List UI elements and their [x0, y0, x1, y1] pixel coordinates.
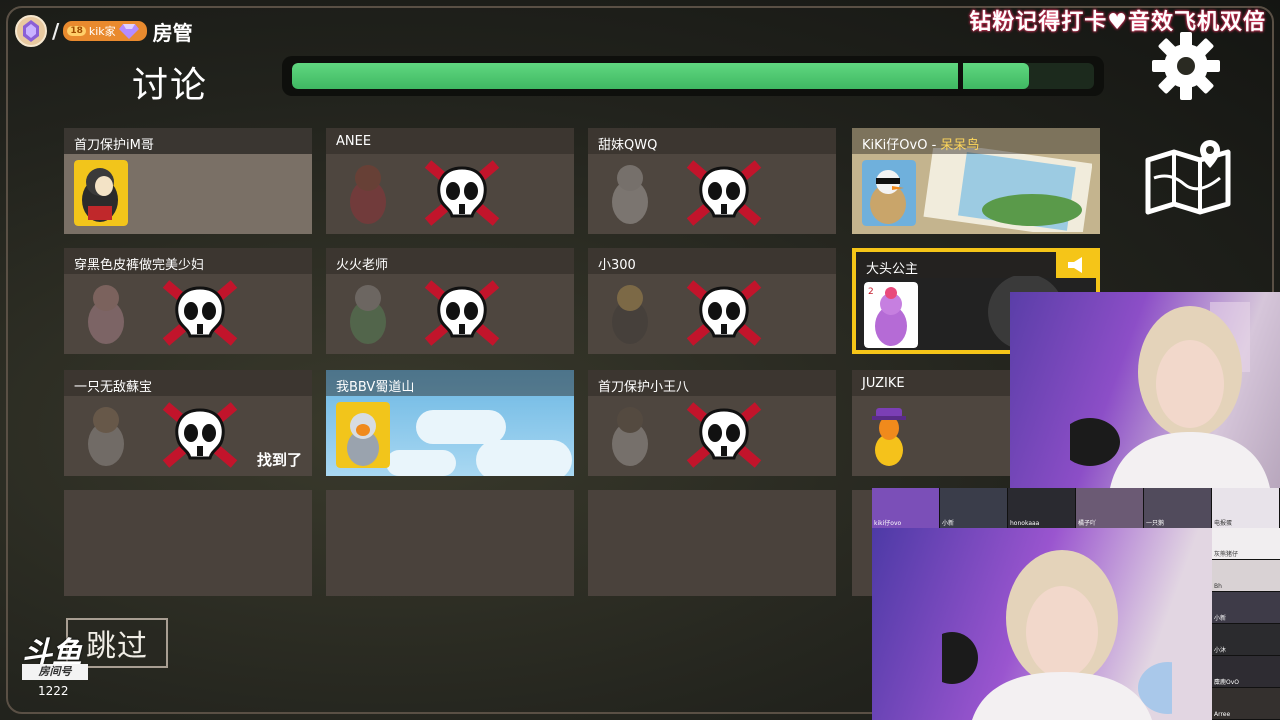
goose-silhouette-icon — [612, 165, 648, 224]
guest-thumb: 小新 — [1212, 592, 1280, 624]
postcard-art — [923, 148, 1092, 232]
guest-thumb: 小沐 — [1212, 624, 1280, 656]
player-name: 小300 — [588, 248, 836, 274]
player-role: 呆呆鸟 — [940, 138, 980, 153]
player-card[interactable]: ANEE — [326, 128, 574, 234]
dead-skull-icon — [424, 160, 500, 226]
webcam-large — [872, 528, 1212, 720]
player-name: 甜妹QWQ — [588, 128, 836, 154]
player-name: 首刀保护iM哥 — [64, 128, 312, 154]
empty-slot — [64, 490, 312, 596]
guest-thumb: 麋鹿OvO — [1212, 656, 1280, 688]
discussion-timer-bar — [282, 56, 1104, 96]
room-label: 房间号 — [22, 664, 88, 680]
empty-slot — [588, 490, 836, 596]
guest-thumb: 橘子吖 — [1076, 488, 1144, 528]
family-name: kik家 — [88, 25, 116, 38]
goose-avatar-icon — [862, 160, 916, 226]
goose-avatar-icon — [74, 160, 128, 226]
dead-skull-icon — [686, 160, 762, 226]
player-card[interactable]: 我BBV蜀道山 — [326, 370, 574, 476]
cloud — [476, 440, 572, 476]
level-badge: 18 — [67, 26, 86, 36]
dead-skull-icon — [162, 280, 238, 346]
timer-fill — [292, 63, 1030, 89]
gear-icon[interactable] — [1150, 30, 1222, 102]
player-card[interactable]: 甜妹QWQ — [588, 128, 836, 234]
player-name: 穿黑色皮裤做完美少妇 — [64, 248, 312, 274]
guest-column: 灰熊猪仔 Bh 小新 小沐 麋鹿OvO Arree — [1212, 528, 1280, 720]
speaker-badge — [1056, 252, 1096, 278]
separator: / — [52, 19, 60, 43]
goose-silhouette-icon — [612, 407, 648, 466]
player-card[interactable]: 火火老师 — [326, 248, 574, 354]
family-badge: 18 kik家 — [63, 21, 147, 41]
webcam-main — [1010, 292, 1280, 488]
found-body-label: 找到了 — [256, 451, 302, 469]
player-name: ANEE — [326, 128, 574, 154]
page-title: 讨论 — [132, 65, 209, 106]
player-card[interactable]: 穿黑色皮裤做完美少妇 — [64, 248, 312, 354]
dead-skull-icon — [686, 402, 762, 468]
player-card[interactable]: KiKi仔OvO - 呆呆鸟 — [852, 128, 1100, 234]
guest-thumb: 电报蛋 — [1212, 488, 1280, 528]
role-label: 房管 — [152, 20, 193, 45]
player-card[interactable]: 首刀保护iM哥 — [64, 128, 312, 234]
user-tag: / 18 kik家 房管 — [14, 15, 193, 47]
timer-track — [292, 63, 1094, 89]
player-card[interactable]: 一只无敌蘇宝 找到了 — [64, 370, 312, 476]
guest-thumb: 灰熊猪仔 — [1212, 528, 1280, 560]
player-name: 首刀保护小王八 — [588, 370, 836, 396]
goose-silhouette-icon — [88, 407, 124, 466]
goose-silhouette-icon — [612, 285, 648, 344]
webcam-grid: kiki仔ovo 小新 honokaaa 橘子吖 一只鹅 电报蛋 灰熊猪仔 Bh… — [872, 488, 1280, 720]
map-icon[interactable] — [1140, 138, 1236, 216]
timer-marker — [957, 63, 963, 89]
empty-slot — [326, 490, 574, 596]
player-name: 火火老师 — [326, 248, 574, 274]
goose-silhouette-icon — [350, 285, 386, 344]
player-name: KiKi仔OvO - 呆呆鸟 — [852, 128, 1100, 154]
svg-text:2: 2 — [868, 287, 874, 297]
goose-silhouette-icon — [350, 165, 386, 224]
cloud — [416, 410, 506, 444]
player-name: 我BBV蜀道山 — [326, 370, 574, 396]
guest-thumb: honokaaa — [1008, 488, 1076, 528]
player-name: 一只无敌蘇宝 — [64, 370, 312, 396]
dead-skull-icon — [424, 280, 500, 346]
dead-skull-icon — [162, 402, 238, 468]
guest-strip: kiki仔ovo 小新 honokaaa 橘子吖 一只鹅 电报蛋 — [872, 488, 1280, 528]
crest-icon — [15, 15, 47, 47]
dead-skull-icon — [686, 280, 762, 346]
streamer-figure — [942, 550, 1172, 720]
goose-avatar-icon — [336, 402, 390, 468]
guest-thumb: Bh — [1212, 560, 1280, 592]
goose-avatar-icon — [872, 408, 906, 466]
diamond-icon — [118, 24, 139, 39]
room-number: 1222 — [38, 684, 69, 698]
guest-thumb: 小新 — [940, 488, 1008, 528]
guest-thumb: 一只鹅 — [1144, 488, 1212, 528]
player-card[interactable]: 首刀保护小王八 — [588, 370, 836, 476]
goose-avatar-icon: 2 — [864, 282, 918, 348]
player-card[interactable]: 小300 — [588, 248, 836, 354]
empty-slot — [852, 490, 872, 596]
streamer-figure — [1070, 302, 1270, 488]
cloud — [386, 450, 456, 476]
goose-silhouette-icon — [88, 285, 124, 344]
megaphone-icon — [1068, 257, 1082, 273]
guest-thumb: Arree — [1212, 688, 1280, 720]
guest-thumb: kiki仔ovo — [872, 488, 940, 528]
